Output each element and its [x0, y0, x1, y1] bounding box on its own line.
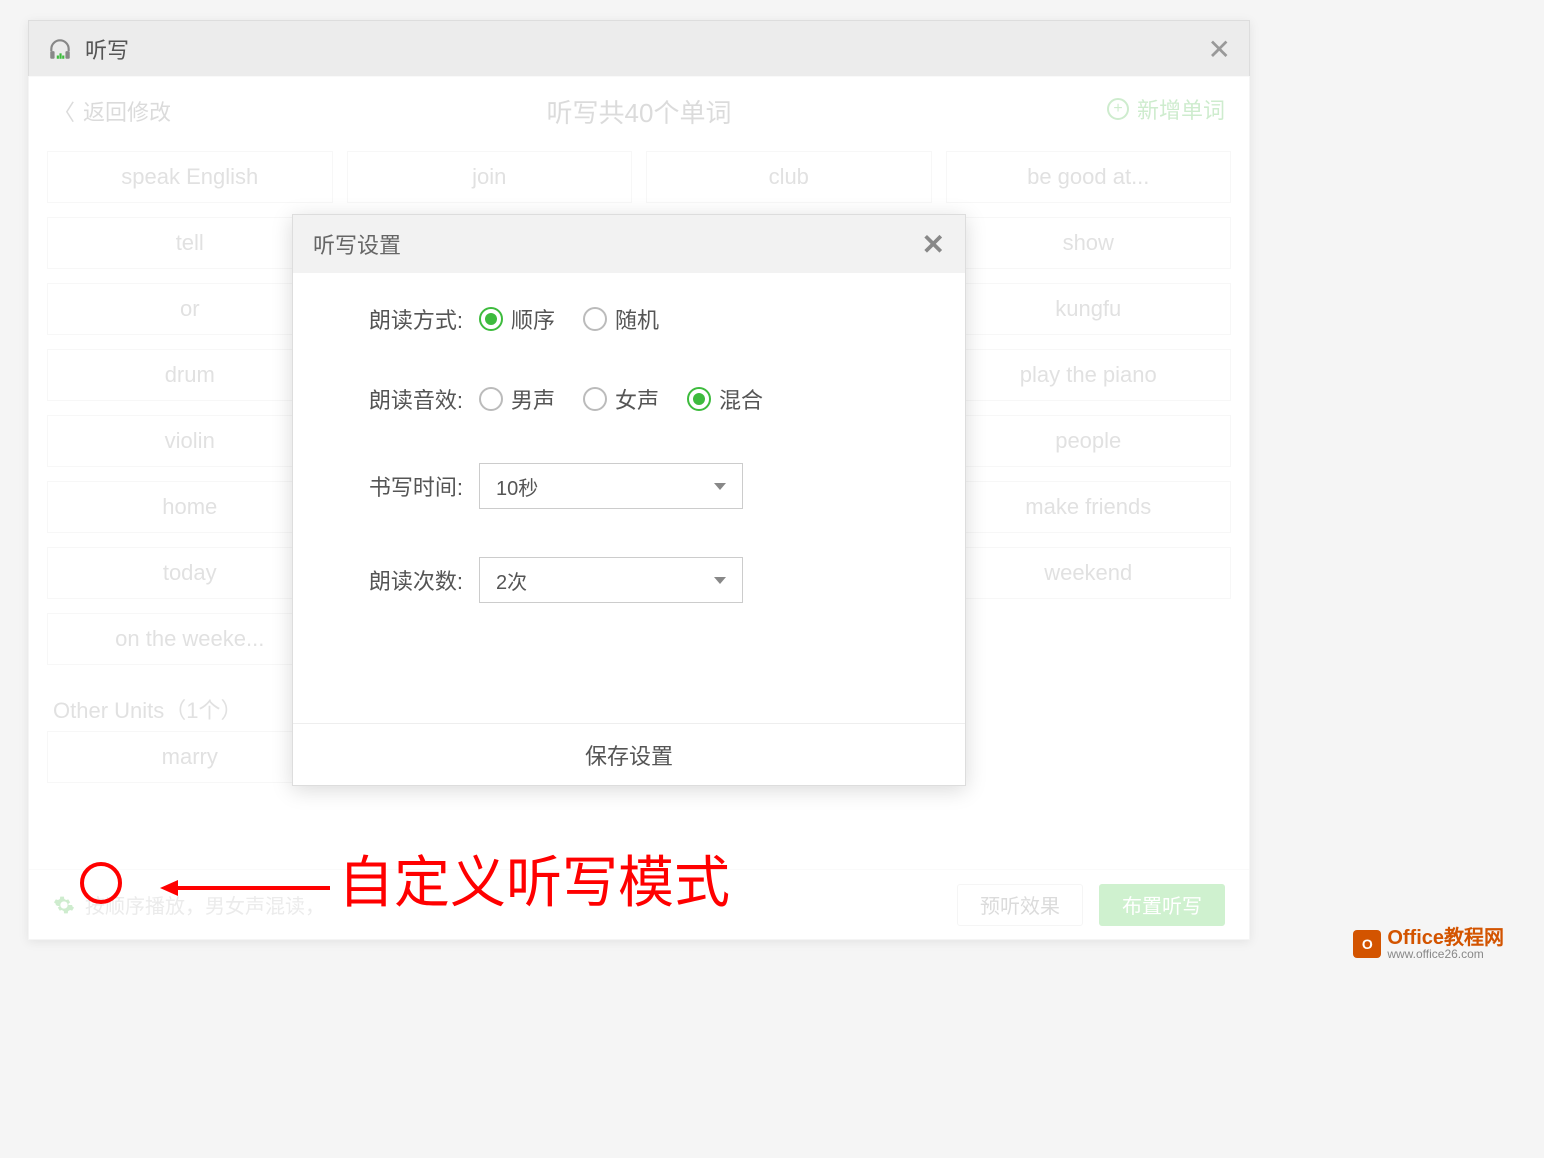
- chevron-down-icon: [714, 577, 726, 584]
- watermark-icon: O: [1353, 930, 1381, 958]
- word-cell[interactable]: drum: [47, 349, 333, 401]
- reading-mode-row: 朗读方式: 顺序 随机: [333, 303, 925, 335]
- watermark: O Office教程网 www.office26.com: [1353, 928, 1504, 960]
- word-cell[interactable]: speak English: [47, 151, 333, 203]
- radio-sequential[interactable]: 顺序: [479, 303, 555, 335]
- reading-mode-group: 顺序 随机: [479, 303, 659, 335]
- word-cell[interactable]: or: [47, 283, 333, 335]
- radio-label: 女声: [615, 383, 659, 415]
- select-value: 2次: [496, 566, 527, 595]
- chevron-left-icon: 〈: [53, 95, 75, 127]
- word-cell[interactable]: today: [47, 547, 333, 599]
- write-time-label: 书写时间:: [333, 470, 463, 502]
- dialog-body: 朗读方式: 顺序 随机 朗读音效: 男声: [293, 273, 965, 603]
- add-word-label: 新增单词: [1137, 93, 1225, 125]
- dialog-header: 听写设置 ✕: [293, 215, 965, 273]
- save-button[interactable]: 保存设置: [585, 739, 673, 771]
- chevron-down-icon: [714, 483, 726, 490]
- read-count-row: 朗读次数: 2次: [333, 557, 925, 603]
- watermark-title: Office教程网: [1387, 928, 1504, 948]
- plus-circle-icon: +: [1107, 98, 1129, 120]
- radio-label: 男声: [511, 383, 555, 415]
- word-cell[interactable]: violin: [47, 415, 333, 467]
- word-cell[interactable]: make friends: [946, 481, 1232, 533]
- voice-label: 朗读音效:: [333, 383, 463, 415]
- voice-group: 男声 女声 混合: [479, 383, 763, 415]
- radio-label: 顺序: [511, 303, 555, 335]
- preview-button[interactable]: 预听效果: [957, 884, 1083, 926]
- radio-icon: [583, 387, 607, 411]
- word-cell[interactable]: tell: [47, 217, 333, 269]
- radio-mixed[interactable]: 混合: [687, 383, 763, 415]
- watermark-url: www.office26.com: [1387, 948, 1504, 960]
- select-value: 10秒: [496, 472, 538, 501]
- gear-icon[interactable]: [53, 894, 75, 916]
- word-cell[interactable]: club: [646, 151, 932, 203]
- word-cell[interactable]: weekend: [946, 547, 1232, 599]
- word-cell[interactable]: on the weeke...: [47, 613, 333, 665]
- radio-random[interactable]: 随机: [583, 303, 659, 335]
- radio-female[interactable]: 女声: [583, 383, 659, 415]
- dialog-title: 听写设置: [313, 228, 401, 260]
- radio-label: 混合: [719, 383, 763, 415]
- back-button[interactable]: 〈 返回修改: [53, 95, 171, 127]
- dialog-footer: 保存设置: [293, 723, 965, 785]
- page-title: 听写共40个单词: [547, 93, 732, 130]
- close-icon[interactable]: ✕: [922, 228, 945, 261]
- window-header: 听写 ✕: [29, 21, 1249, 77]
- voice-row: 朗读音效: 男声 女声 混合: [333, 383, 925, 415]
- window-title: 听写: [85, 33, 129, 65]
- word-cell[interactable]: kungfu: [946, 283, 1232, 335]
- write-time-row: 书写时间: 10秒: [333, 463, 925, 509]
- word-cell[interactable]: home: [47, 481, 333, 533]
- write-time-select[interactable]: 10秒: [479, 463, 743, 509]
- radio-icon: [479, 387, 503, 411]
- word-cell[interactable]: people: [946, 415, 1232, 467]
- header-left: 听写: [47, 33, 129, 65]
- settings-dialog: 听写设置 ✕ 朗读方式: 顺序 随机 朗读音效: 男声: [292, 214, 966, 786]
- radio-icon: [583, 307, 607, 331]
- radio-label: 随机: [615, 303, 659, 335]
- read-count-label: 朗读次数:: [333, 564, 463, 596]
- sub-header: 〈 返回修改 听写共40个单词 + 新增单词: [29, 77, 1249, 147]
- reading-mode-label: 朗读方式:: [333, 303, 463, 335]
- close-icon[interactable]: ✕: [1208, 33, 1231, 66]
- word-cell[interactable]: join: [347, 151, 633, 203]
- headphone-icon: [47, 36, 73, 62]
- radio-icon: [479, 307, 503, 331]
- word-cell[interactable]: be good at...: [946, 151, 1232, 203]
- annotation-circle: [80, 862, 122, 904]
- word-cell[interactable]: play the piano: [946, 349, 1232, 401]
- annotation-arrow-icon: [160, 878, 330, 898]
- assign-button[interactable]: 布置听写: [1099, 884, 1225, 926]
- radio-icon: [687, 387, 711, 411]
- radio-male[interactable]: 男声: [479, 383, 555, 415]
- word-cell[interactable]: show: [946, 217, 1232, 269]
- word-cell[interactable]: marry: [47, 731, 333, 783]
- read-count-select[interactable]: 2次: [479, 557, 743, 603]
- add-word-button[interactable]: + 新增单词: [1107, 93, 1225, 125]
- annotation-text: 自定义听写模式: [338, 838, 730, 919]
- back-label: 返回修改: [83, 95, 171, 127]
